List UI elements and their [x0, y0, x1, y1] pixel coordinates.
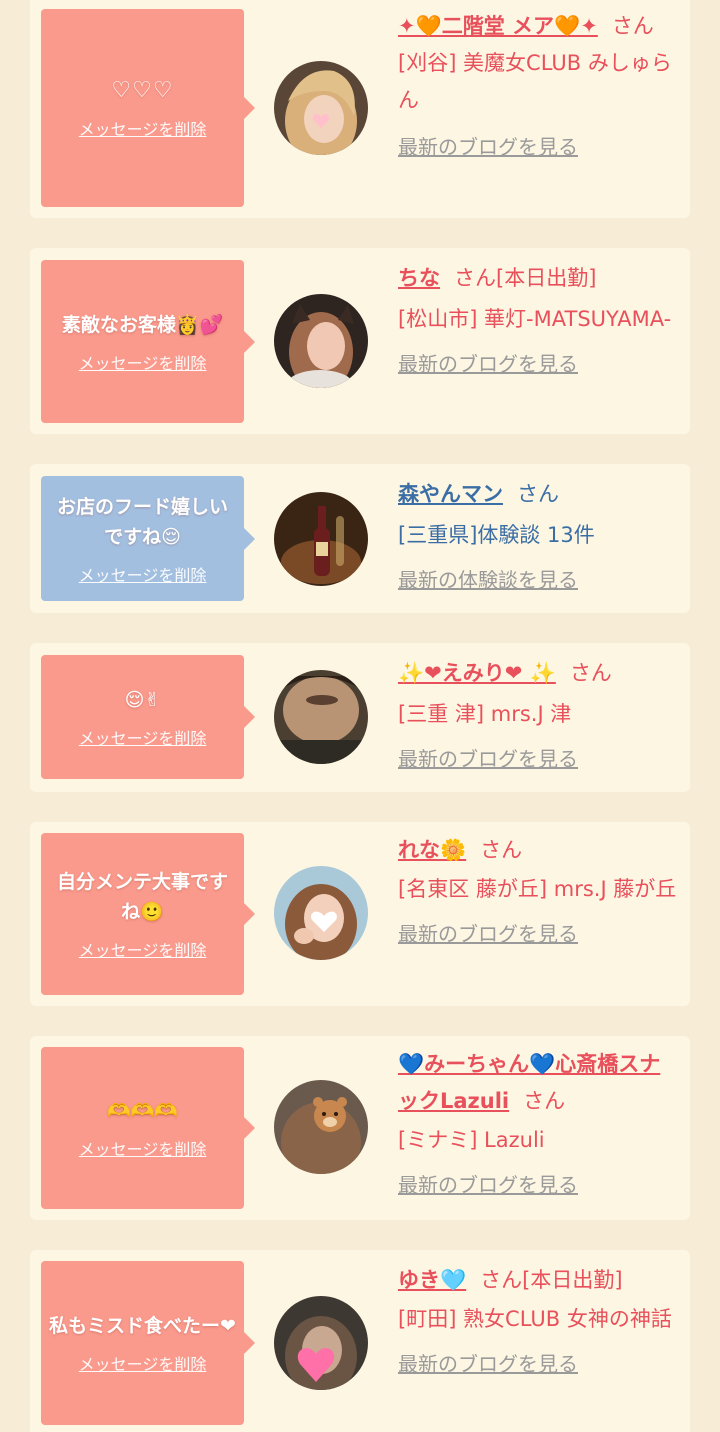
profile-info: ✨❤えみり❤ ✨ さん [三重 津] mrs.J 津 最新のブログを見る	[398, 655, 678, 778]
profile-info: 💙みーちゃん💙心斎橋スナックLazuli さん [ミナミ] Lazuli 最新のブ…	[398, 1046, 678, 1204]
message-text: ♡♡♡	[111, 78, 174, 103]
message-text: 🫶🫶🫶	[107, 1100, 178, 1122]
shop-info: [刈谷] 美魔女CLUB みしゅらん	[398, 51, 672, 112]
delete-message-link[interactable]: メッセージを削除	[79, 1136, 207, 1160]
profile-info: ✦🧡二階堂 メア🧡✦ さん [刈谷] 美魔女CLUB みしゅらん 最新のブログを見…	[398, 8, 678, 166]
message-card: 😌✌ メッセージを削除 ✨❤えみり❤ ✨ さん [三重 津] mrs.J 津 最新…	[30, 643, 690, 792]
latest-blog-link[interactable]: 最新のブログを見る	[398, 1346, 678, 1383]
avatar[interactable]	[274, 294, 368, 388]
message-bubble: 🫶🫶🫶 メッセージを削除	[41, 1047, 255, 1209]
message-bubble: ♡♡♡ メッセージを削除	[41, 9, 255, 207]
profile-name-link[interactable]: 森やんマン	[398, 482, 503, 506]
delete-message-link[interactable]: メッセージを削除	[79, 350, 207, 374]
shop-info: [町田] 熟女CLUB 女神の神話	[398, 1307, 672, 1331]
name-suffix: さん	[611, 14, 654, 38]
message-bubble: 私もミスド食べたー❤ メッセージを削除	[41, 1261, 255, 1425]
delete-message-link[interactable]: メッセージを削除	[79, 937, 207, 961]
profile-info: ゆき🩵 さん[本日出勤] [町田] 熟女CLUB 女神の神話 最新のブログを見る	[398, 1262, 678, 1383]
profile-info: れな🌼 さん [名東区 藤が丘] mrs.J 藤が丘 最新のブログを見る	[398, 832, 678, 953]
shop-info: [三重県]体験談 13件	[398, 523, 595, 547]
name-suffix: さん[本日出勤]	[480, 1268, 623, 1292]
message-card: ♡♡♡ メッセージを削除 ✦🧡二階堂 メア🧡✦ さん [刈谷] 美魔女CLUB み…	[30, 0, 690, 218]
message-text: 自分メンテ大事ですね🙂	[56, 871, 228, 923]
name-suffix: さん	[569, 661, 612, 685]
name-suffix: さん	[523, 1089, 566, 1113]
message-card: 素敵なお客様👸💕 メッセージを削除 ちな さん[本日出勤] [松山市] 華灯-MA…	[30, 248, 690, 434]
message-text: 素敵なお客様👸💕	[61, 313, 224, 336]
message-card: 私もミスド食べたー❤ メッセージを削除 ゆき🩵 さん[本日出勤] [町田] 熟女C…	[30, 1250, 690, 1432]
delete-message-link[interactable]: メッセージを削除	[79, 725, 207, 749]
message-card: 🫶🫶🫶 メッセージを削除 💙みーちゃん💙心斎橋スナックLazuli さん [ミナミ…	[30, 1036, 690, 1220]
message-text: 😌✌	[124, 689, 161, 711]
message-text: お店のフード嬉しいですね😌	[56, 495, 228, 548]
profile-name-link[interactable]: ✨❤えみり❤ ✨	[398, 661, 556, 685]
latest-blog-link[interactable]: 最新のブログを見る	[398, 916, 678, 953]
shop-info: [三重 津] mrs.J 津	[398, 702, 572, 726]
message-card: お店のフード嬉しいですね😌 メッセージを削除 森やんマン さん [三重県]体験談 …	[30, 464, 690, 613]
avatar[interactable]	[274, 1080, 368, 1174]
profile-info: 森やんマン さん [三重県]体験談 13件 最新の体験談を見る	[398, 476, 678, 599]
shop-info: [松山市] 華灯-MATSUYAMA-	[398, 307, 672, 331]
profile-info: ちな さん[本日出勤] [松山市] 華灯-MATSUYAMA- 最新のブログを見る	[398, 260, 678, 383]
message-text: 私もミスド食べたー❤	[49, 1315, 236, 1337]
avatar[interactable]	[274, 866, 368, 960]
name-suffix: さん[本日出勤]	[454, 266, 597, 290]
name-suffix: さん	[480, 838, 523, 862]
message-bubble: 😌✌ メッセージを削除	[41, 655, 255, 779]
avatar[interactable]	[274, 670, 368, 764]
message-card: 自分メンテ大事ですね🙂 メッセージを削除 れな🌼 さん [名東区 藤が丘] mrs…	[30, 822, 690, 1006]
latest-blog-link[interactable]: 最新のブログを見る	[398, 741, 678, 778]
message-bubble: 素敵なお客様👸💕 メッセージを削除	[41, 260, 255, 423]
avatar[interactable]	[274, 61, 368, 155]
avatar[interactable]	[274, 1296, 368, 1390]
message-bubble: お店のフード嬉しいですね😌 メッセージを削除	[41, 476, 255, 601]
latest-review-link[interactable]: 最新の体験談を見る	[398, 562, 678, 599]
latest-blog-link[interactable]: 最新のブログを見る	[398, 1167, 678, 1204]
name-suffix: さん	[517, 482, 559, 506]
delete-message-link[interactable]: メッセージを削除	[79, 562, 207, 586]
profile-name-link[interactable]: ちな	[398, 266, 440, 290]
shop-info: [名東区 藤が丘] mrs.J 藤が丘	[398, 877, 677, 901]
avatar[interactable]	[274, 492, 368, 586]
profile-name-link[interactable]: ゆき🩵	[398, 1268, 466, 1292]
profile-name-link[interactable]: ✦🧡二階堂 メア🧡✦	[398, 14, 598, 38]
latest-blog-link[interactable]: 最新のブログを見る	[398, 129, 678, 166]
delete-message-link[interactable]: メッセージを削除	[79, 116, 207, 140]
delete-message-link[interactable]: メッセージを削除	[79, 1351, 207, 1375]
shop-info: [ミナミ] Lazuli	[398, 1128, 545, 1152]
message-bubble: 自分メンテ大事ですね🙂 メッセージを削除	[41, 833, 255, 995]
latest-blog-link[interactable]: 最新のブログを見る	[398, 346, 678, 383]
profile-name-link[interactable]: れな🌼	[398, 838, 466, 862]
